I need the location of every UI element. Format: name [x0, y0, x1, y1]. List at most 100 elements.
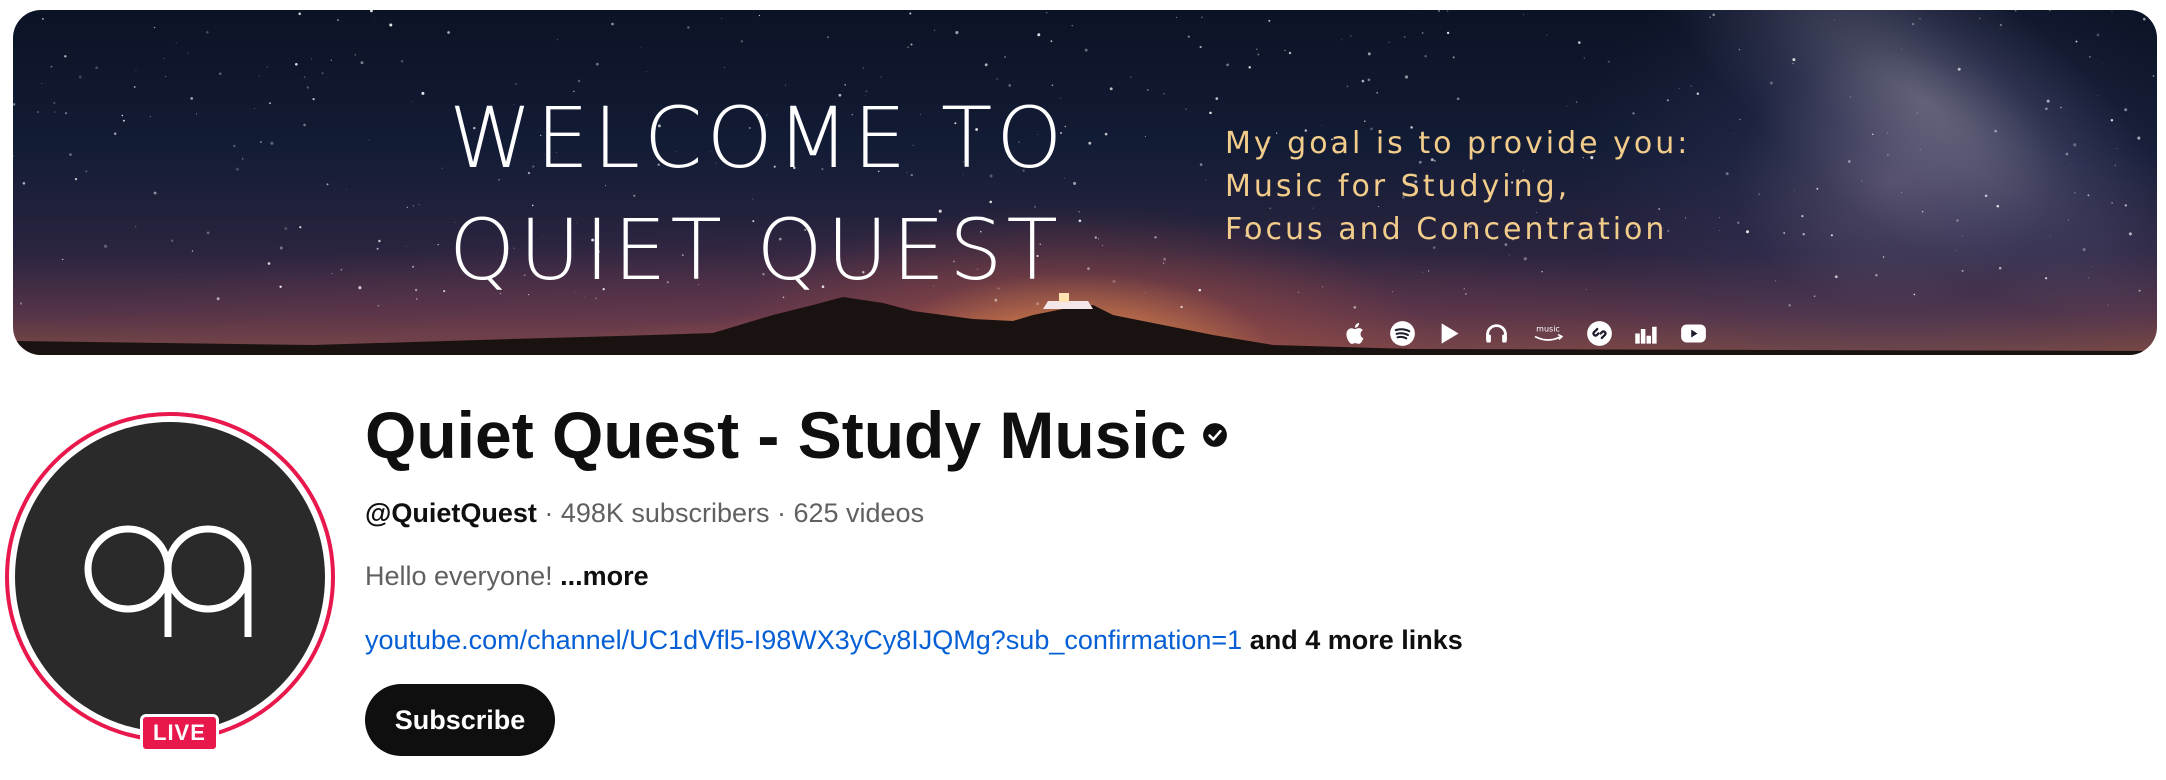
star	[187, 52, 189, 54]
star	[412, 205, 414, 207]
star	[1523, 13, 1524, 15]
star	[1130, 76, 1132, 78]
star	[1577, 41, 1581, 44]
channel-link[interactable]: youtube.com/channel/UC1dVfl5-I98WX3yCy8I…	[365, 625, 1242, 655]
star	[64, 55, 67, 58]
banner-title-line2: QUIET QUEST	[449, 201, 1062, 299]
star	[299, 226, 302, 229]
channel-meta: @QuietQuest · 498K subscribers · 625 vid…	[365, 494, 924, 532]
live-badge[interactable]: LIVE	[140, 714, 219, 752]
star	[1666, 99, 1669, 102]
star	[13, 155, 15, 158]
description-text: Hello everyone!	[365, 561, 553, 591]
star	[1882, 256, 1885, 258]
star	[1696, 92, 1699, 95]
star	[74, 177, 78, 181]
star	[1097, 238, 1100, 240]
star	[595, 62, 599, 66]
star	[1546, 34, 1548, 36]
banner-title: WELCOME TO QUIET QUEST	[449, 82, 1066, 306]
star	[13, 103, 16, 106]
star	[1185, 108, 1187, 110]
star	[1084, 48, 1088, 52]
star	[1109, 87, 1113, 91]
star	[1088, 141, 1092, 145]
star	[1541, 270, 1543, 273]
star	[1428, 270, 1430, 272]
star	[149, 116, 151, 118]
star	[294, 62, 298, 66]
star	[611, 22, 614, 26]
star	[1424, 55, 1427, 58]
star	[910, 43, 913, 46]
youtube-icon	[1680, 320, 1707, 347]
star	[1209, 111, 1212, 115]
star	[85, 170, 88, 173]
avatar	[15, 422, 325, 732]
star	[1446, 31, 1450, 35]
star	[880, 76, 882, 78]
star	[1690, 85, 1692, 87]
star	[298, 12, 301, 16]
star	[1452, 56, 1455, 59]
star	[337, 19, 339, 22]
channel-avatar[interactable]	[5, 412, 335, 742]
star	[1199, 45, 1202, 49]
star	[22, 182, 26, 185]
star	[2075, 40, 2078, 43]
shazam-icon	[1586, 320, 1613, 347]
star	[1778, 242, 1780, 244]
star	[984, 63, 988, 67]
channel-links: youtube.com/channel/UC1dVfl5-I98WX3yCy8I…	[365, 621, 1463, 659]
star	[1050, 40, 1053, 43]
verified-icon	[1203, 423, 1228, 447]
star	[233, 144, 236, 148]
star	[1438, 10, 1441, 12]
star	[50, 65, 53, 68]
star	[1073, 181, 1077, 185]
spotify-icon	[1389, 320, 1416, 347]
more-button[interactable]: ...more	[560, 561, 649, 591]
star	[2102, 62, 2104, 64]
star	[740, 40, 744, 43]
star	[153, 191, 157, 195]
star	[1154, 236, 1157, 239]
star	[303, 76, 306, 79]
star	[400, 59, 404, 63]
star	[1104, 132, 1108, 136]
star	[340, 268, 343, 271]
star	[2142, 17, 2146, 21]
star	[758, 14, 761, 17]
star	[1102, 244, 1103, 246]
channel-name: Quiet Quest - Study Music	[365, 395, 1228, 475]
deezer-icon	[1483, 320, 1510, 347]
star	[326, 183, 329, 186]
tagline-line: Focus and Concentration	[1225, 212, 1668, 247]
google-play-icon	[1436, 320, 1463, 347]
star	[368, 139, 370, 141]
star	[1678, 88, 1680, 90]
star	[418, 203, 420, 206]
star	[378, 239, 381, 243]
star	[218, 72, 222, 76]
star	[907, 46, 909, 48]
star	[53, 101, 56, 104]
subscribe-button[interactable]: Subscribe	[365, 684, 555, 756]
star	[1350, 35, 1352, 37]
meta-separator: ·	[536, 498, 561, 528]
more-links-button[interactable]: and 4 more links	[1250, 625, 1463, 655]
star	[259, 141, 262, 143]
star	[421, 91, 425, 95]
landscape-silhouette	[13, 293, 2157, 355]
star	[270, 141, 274, 145]
star	[370, 10, 373, 13]
star	[955, 31, 959, 35]
star	[258, 75, 260, 77]
star	[284, 227, 288, 230]
star	[1388, 41, 1390, 43]
star	[62, 258, 64, 261]
channel-description[interactable]: Hello everyone! ...more	[365, 557, 649, 595]
star	[1144, 136, 1146, 137]
star	[1801, 214, 1804, 218]
star	[42, 18, 44, 20]
